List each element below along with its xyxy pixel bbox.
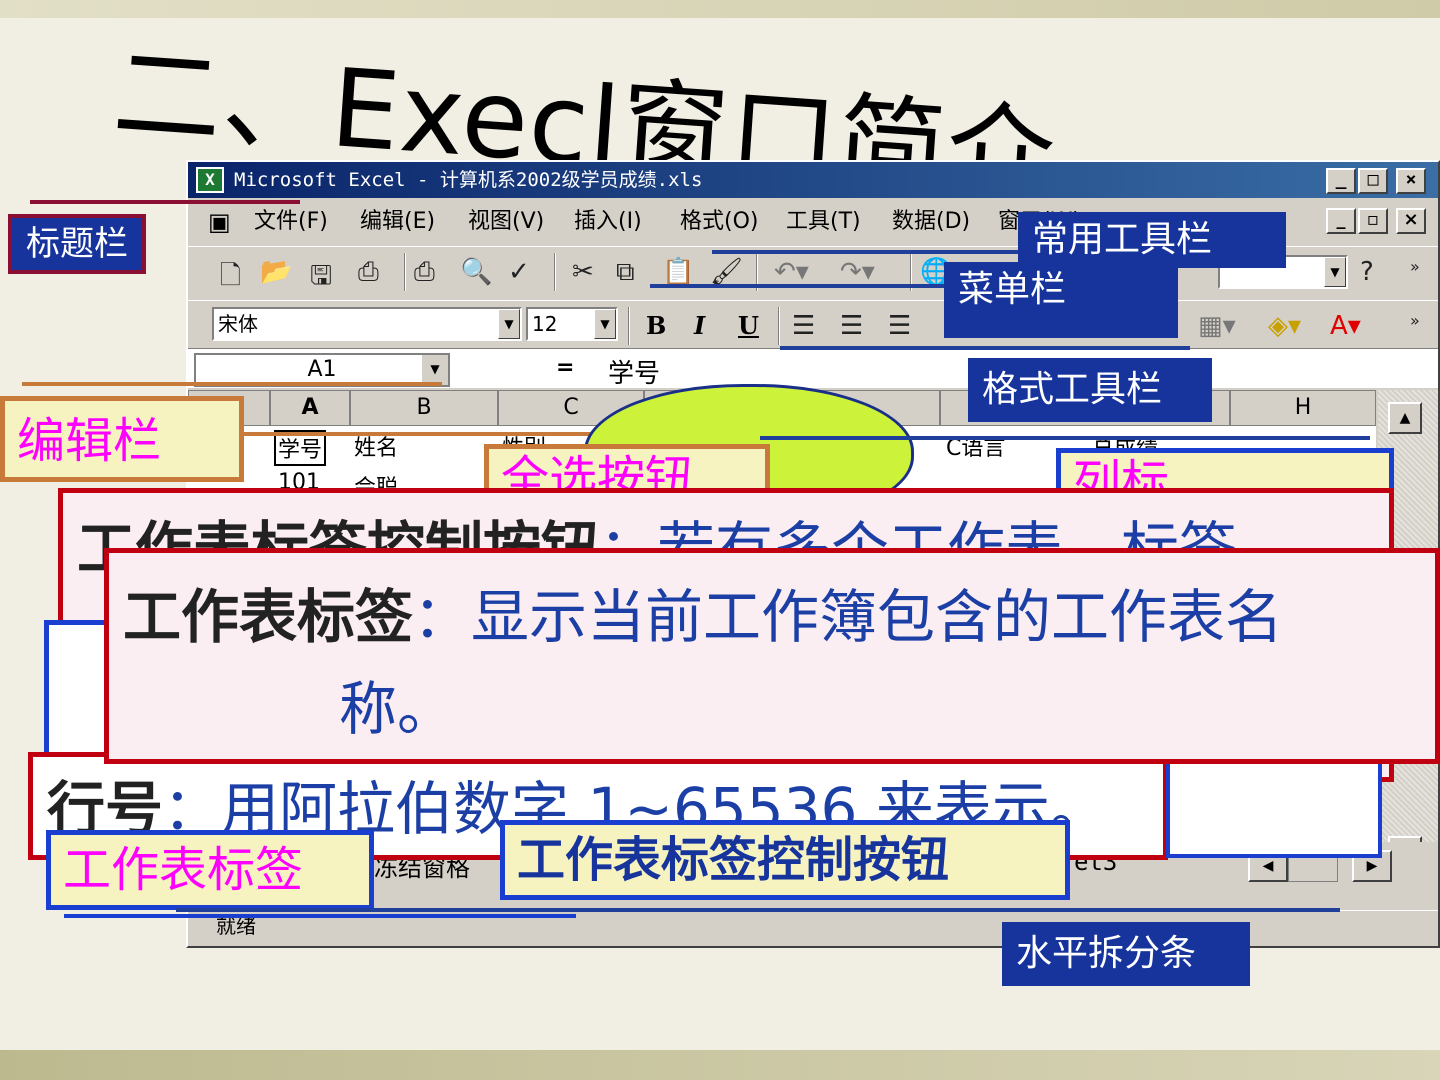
open-icon[interactable]: 📂 <box>260 257 292 287</box>
align-center-icon[interactable]: ☰ <box>840 311 863 341</box>
hsplit-leader-line <box>176 908 1340 912</box>
menu-edit[interactable]: 编辑(E) <box>360 200 435 244</box>
menu-data[interactable]: 数据(D) <box>892 200 970 244</box>
align-left-icon[interactable]: ☰ <box>792 311 815 341</box>
save-icon[interactable]: 🖫 <box>310 257 332 301</box>
menu-view[interactable]: 视图(V) <box>468 200 544 244</box>
chevron-down-icon[interactable]: ▼ <box>422 355 448 385</box>
menu-file[interactable]: 文件(F) <box>254 200 328 244</box>
font-name-select[interactable]: 宋体 ▼ <box>212 307 522 341</box>
more-buttons-icon[interactable]: » <box>1410 257 1420 276</box>
doc-minimize-button[interactable]: _ <box>1326 208 1356 234</box>
title-bar-callout: 标题栏 <box>8 214 146 274</box>
doc-restore-button[interactable]: ▫ <box>1358 208 1388 234</box>
font-name-value: 宋体 <box>218 312 258 336</box>
italic-button[interactable]: I <box>694 311 705 340</box>
toolbar-separator <box>628 307 630 345</box>
align-right-icon[interactable]: ☰ <box>888 311 911 341</box>
col-label-leader-line <box>760 436 1370 440</box>
scroll-up-button[interactable]: ▲ <box>1388 402 1422 434</box>
sheet-tab-leader-line <box>64 914 576 918</box>
col-header-a[interactable]: A <box>270 390 350 426</box>
toolbar-separator <box>554 253 556 291</box>
bottom-decor-band <box>0 1050 1440 1080</box>
formula-equals[interactable]: = <box>556 355 574 380</box>
cut-icon[interactable]: ✂ <box>572 257 594 287</box>
menu-insert[interactable]: 插入(I) <box>574 200 642 244</box>
fill-color-icon[interactable]: ◈▾ <box>1268 311 1301 341</box>
col-label-card-edge <box>1166 762 1382 858</box>
formatting-toolbar: 宋体 ▼ 12 ▼ B I U ☰ ☰ ☰ ▦▾ ◈▾ A▾ » <box>188 300 1438 348</box>
underline-button[interactable]: U <box>738 311 759 340</box>
bold-button[interactable]: B <box>646 311 666 340</box>
standard-toolbar-leader-line <box>712 250 1032 254</box>
paste-icon[interactable]: 📋 <box>662 257 694 287</box>
format-toolbar-leader-line <box>780 346 1190 350</box>
menu-bar-callout: 菜单栏 <box>944 262 1178 338</box>
close-button[interactable]: × <box>1396 168 1426 194</box>
standard-toolbar-callout: 常用工具栏 <box>1018 212 1286 268</box>
sheet-tab-info-text: ：显示当前工作簿包含的工作表名 <box>413 583 1284 651</box>
permission-icon[interactable]: ⎙ <box>358 257 379 288</box>
minimize-button[interactable]: _ <box>1326 168 1356 194</box>
toolbar-separator <box>778 307 780 345</box>
excel-icon: X <box>196 167 224 193</box>
col-header-h[interactable]: H <box>1230 390 1376 426</box>
title-bar: X Microsoft Excel - 计算机系2002级学员成绩.xls _ … <box>188 162 1438 198</box>
edit-bar-leader-line <box>22 382 442 386</box>
spelling-icon[interactable]: ✓ <box>508 257 530 287</box>
hsplit-callout: 水平拆分条 <box>1002 922 1250 986</box>
print-icon[interactable]: ⎙ <box>414 257 435 288</box>
name-box-value: A1 <box>307 357 337 382</box>
print-preview-icon[interactable]: 🔍 <box>460 257 492 287</box>
menu-format[interactable]: 格式(O) <box>680 200 758 244</box>
more-buttons-icon[interactable]: » <box>1410 311 1420 330</box>
help-icon[interactable]: ? <box>1360 257 1374 287</box>
cell-f1[interactable]: C语言 <box>946 430 1005 462</box>
borders-icon[interactable]: ▦▾ <box>1198 311 1236 341</box>
format-toolbar-callout: 格式工具栏 <box>968 358 1212 422</box>
edit-bar-callout: 编辑栏 <box>0 396 244 482</box>
col-header-b[interactable]: B <box>350 390 498 426</box>
font-size-select[interactable]: 12 ▼ <box>526 307 618 341</box>
redo-icon[interactable]: ↷▾ <box>840 257 875 287</box>
format-painter-icon[interactable]: 🖌 <box>710 257 743 287</box>
copy-icon[interactable]: ⧉ <box>616 257 635 288</box>
new-icon[interactable]: 🗋 <box>220 257 241 301</box>
doc-icon[interactable]: ▣ <box>208 200 231 244</box>
tab-control-callout: 工作表标签控制按钮 <box>500 820 1070 900</box>
maximize-button[interactable]: □ <box>1358 168 1388 194</box>
sheet-tab-info-title: 工作表标签 <box>123 583 414 651</box>
formula-input[interactable]: 学号 <box>608 353 660 390</box>
title-bar-leader-line <box>30 200 300 204</box>
sheet-tab-callout: 工作表标签 <box>46 830 374 910</box>
menu-tools[interactable]: 工具(T) <box>786 200 861 244</box>
sheet-tab-info-text-2: 称。 <box>339 675 456 743</box>
toolbar-separator <box>404 253 406 291</box>
undo-icon[interactable]: ↶▾ <box>774 257 809 287</box>
doc-close-button[interactable]: × <box>1396 208 1426 234</box>
font-color-icon[interactable]: A▾ <box>1330 311 1361 341</box>
sheet-tab-info-card: 工作表标签：显示当前工作簿包含的工作表名 称。 <box>104 548 1440 764</box>
font-size-value: 12 <box>532 312 558 336</box>
window-title: Microsoft Excel - 计算机系2002级学员成绩.xls <box>234 169 703 191</box>
